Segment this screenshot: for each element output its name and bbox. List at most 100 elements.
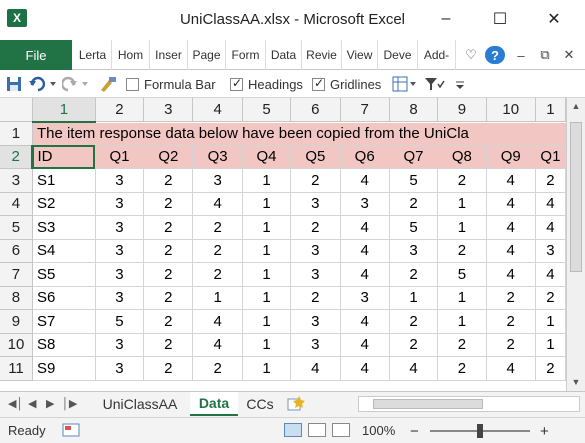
table-cell[interactable]: 4 [340, 309, 390, 334]
table-cell[interactable]: 1 [242, 168, 292, 193]
formula-bar-toggle[interactable]: Formula Bar [126, 74, 216, 94]
table-cell[interactable]: 2 [389, 309, 439, 334]
table-cell[interactable]: 4 [340, 239, 390, 263]
row-header[interactable]: 10 [0, 333, 33, 357]
table-cell[interactable]: 2 [192, 239, 243, 263]
column-header[interactable]: 4 [192, 98, 243, 122]
header-cell[interactable]: Q5 [290, 145, 341, 169]
header-cell[interactable]: Q3 [192, 145, 243, 169]
table-cell[interactable]: 4 [535, 215, 566, 240]
table-cell[interactable]: 1 [242, 215, 292, 240]
table-cell[interactable]: 2 [437, 333, 487, 357]
minimize-button[interactable]: – [426, 6, 466, 32]
table-cell[interactable]: 2 [143, 286, 194, 310]
table-cell[interactable]: 2 [290, 215, 341, 240]
row-header[interactable]: 5 [0, 215, 33, 240]
table-cell[interactable]: 4 [192, 192, 243, 216]
spreadsheet-grid[interactable]: 1 2 3 4 5 6 7 8 9 10 1 1 The item respons… [0, 98, 566, 391]
table-cell[interactable]: 3 [95, 215, 145, 240]
table-cell[interactable]: 4 [192, 309, 243, 334]
table-cell[interactable]: 1 [242, 309, 292, 334]
tab-data[interactable]: Data [266, 40, 302, 70]
macro-record-icon[interactable] [62, 423, 80, 437]
header-cell[interactable]: ID [32, 145, 96, 169]
table-cell[interactable]: S4 [32, 239, 96, 263]
table-cell[interactable]: 4 [340, 215, 390, 240]
table-cell[interactable]: 3 [290, 262, 341, 287]
vertical-scroll-thumb[interactable] [570, 122, 582, 272]
table-cell[interactable]: 2 [486, 309, 536, 334]
table-cell[interactable]: 4 [486, 262, 536, 287]
horizontal-scrollbar[interactable] [358, 396, 580, 412]
sheet-tab-ccs[interactable]: CCs [240, 392, 280, 416]
sheet-tab-data[interactable]: Data [190, 392, 238, 416]
table-cell[interactable]: 3 [290, 333, 341, 357]
table-cell[interactable]: 1 [242, 262, 292, 287]
gridlines-toggle[interactable]: Gridlines [312, 74, 381, 94]
table-cell[interactable]: 2 [143, 192, 194, 216]
zoom-in-icon[interactable]: + [540, 423, 549, 440]
table-cell[interactable]: 4 [389, 356, 439, 381]
tab-review[interactable]: Revie [302, 40, 342, 70]
table-cell[interactable]: 2 [535, 356, 566, 381]
table-cell[interactable]: 4 [486, 356, 536, 381]
help-icon[interactable]: ? [485, 46, 505, 64]
row-header[interactable]: 7 [0, 262, 33, 287]
table-cell[interactable]: 2 [143, 168, 194, 193]
table-cell[interactable]: 3 [95, 168, 145, 193]
freeze-panes-icon[interactable] [392, 74, 418, 94]
table-cell[interactable]: 1 [437, 286, 487, 310]
row-header[interactable]: 6 [0, 239, 33, 263]
table-cell[interactable]: 1 [437, 192, 487, 216]
zoom-slider-thumb[interactable] [477, 424, 483, 438]
table-cell[interactable]: 3 [95, 239, 145, 263]
redo-icon[interactable] [62, 74, 90, 94]
table-cell[interactable]: 3 [95, 262, 145, 287]
column-header[interactable]: 8 [389, 98, 439, 122]
vertical-scrollbar[interactable]: ▲ ▼ [566, 98, 585, 391]
zoom-out-icon[interactable]: − [410, 423, 419, 440]
table-cell[interactable]: 2 [192, 262, 243, 287]
row-header[interactable]: 8 [0, 286, 33, 310]
row-header[interactable]: 11 [0, 356, 33, 381]
ribbon-minimize-icon[interactable]: – [512, 46, 530, 64]
table-cell[interactable]: 2 [535, 168, 566, 193]
formula-bar-checkbox[interactable] [126, 77, 139, 91]
table-cell[interactable]: S5 [32, 262, 96, 287]
last-sheet-icon[interactable]: │▶ [62, 397, 77, 410]
table-cell[interactable]: 2 [486, 286, 536, 310]
column-header[interactable]: 1 [32, 98, 96, 123]
table-cell[interactable]: 1 [242, 286, 292, 310]
table-cell[interactable]: 3 [95, 333, 145, 357]
insert-sheet-icon[interactable] [282, 392, 310, 416]
headings-checkbox[interactable] [230, 76, 243, 91]
table-cell[interactable]: 1 [242, 333, 292, 357]
table-cell[interactable]: 4 [290, 356, 341, 381]
table-cell[interactable]: 4 [192, 333, 243, 357]
table-cell[interactable]: 3 [192, 168, 243, 193]
column-header[interactable]: 3 [143, 98, 194, 122]
heart-icon[interactable]: ♡ [462, 46, 480, 64]
row-header[interactable]: 2 [0, 145, 34, 169]
tab-home[interactable]: Hom [112, 40, 150, 70]
column-header[interactable]: 6 [290, 98, 341, 122]
header-cell[interactable]: Q2 [143, 145, 194, 169]
table-cell[interactable]: 1 [535, 309, 566, 334]
table-cell[interactable]: S6 [32, 286, 96, 310]
table-cell[interactable]: S9 [32, 356, 96, 381]
table-cell[interactable]: 4 [486, 239, 536, 263]
tab-view[interactable]: View [342, 40, 378, 70]
column-header[interactable]: 2 [95, 98, 145, 122]
table-cell[interactable]: 2 [389, 262, 439, 287]
table-cell[interactable]: 2 [437, 356, 487, 381]
table-cell[interactable]: 2 [535, 286, 566, 310]
table-cell[interactable]: S8 [32, 333, 96, 357]
table-cell[interactable]: 3 [535, 239, 566, 263]
table-cell[interactable]: 4 [486, 168, 536, 193]
table-cell[interactable]: 1 [389, 286, 439, 310]
table-cell[interactable]: 3 [95, 356, 145, 381]
first-sheet-icon[interactable]: ◀│ [8, 397, 23, 410]
prev-sheet-icon[interactable]: ◀ [28, 397, 36, 410]
table-cell[interactable]: 5 [437, 262, 487, 287]
header-cell[interactable]: Q1 [535, 145, 566, 169]
